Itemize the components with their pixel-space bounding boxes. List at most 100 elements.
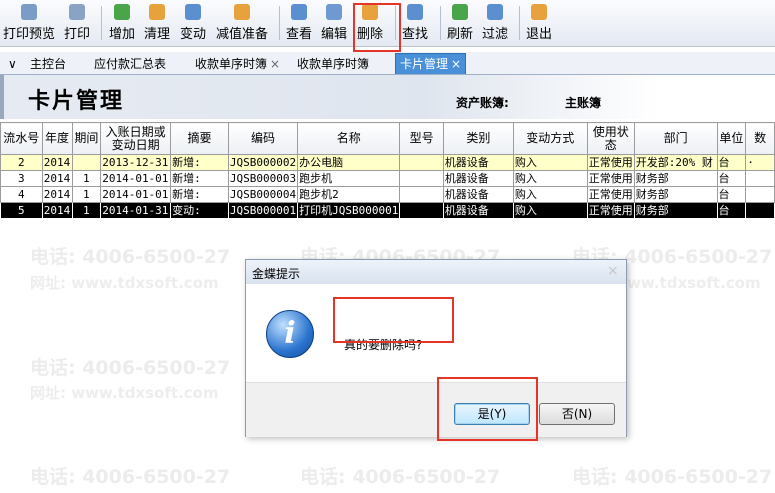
table-cell: 2013-12-31	[100, 154, 172, 171]
watermark-site: 网址: www.tdxsoft.com	[30, 384, 219, 402]
table-cell	[399, 154, 444, 171]
table-cell: 正常使用	[586, 186, 635, 203]
tab-card-management[interactable]: 卡片管理 ×	[395, 53, 467, 74]
toolbar: 打印预览 打印 增加 清理 变动 减值准备 查看 编辑 删除 查找 刷新 过滤 …	[0, 0, 775, 47]
view-button[interactable]: 查看	[284, 0, 314, 46]
table-cell: 跑步机2	[297, 186, 401, 203]
tab-receipt-journal[interactable]: 收款单序时簿 ×	[191, 54, 284, 74]
add-button[interactable]: 增加	[107, 0, 137, 46]
dialog-title: 金蝶提示	[252, 267, 301, 281]
edit-button[interactable]: 编辑	[319, 0, 349, 46]
page-title: 卡片管理	[28, 88, 125, 114]
table-cell: 台	[716, 186, 747, 203]
table-row[interactable]: 4 2014 1 2014-01-01 新增: JQSB000004 跑步机2 …	[0, 186, 775, 203]
print-button[interactable]: 打印	[62, 0, 92, 46]
delete-button[interactable]: 删除	[355, 0, 385, 46]
column-header[interactable]: 类别	[442, 122, 514, 155]
table-cell: 财务部	[633, 170, 718, 187]
page-banner: 卡片管理 资产账簿: 主账簿	[0, 75, 775, 119]
table-cell: 机器设备	[442, 170, 514, 187]
close-icon[interactable]: ×	[607, 263, 619, 279]
yes-button[interactable]: 是(Y)	[454, 403, 530, 425]
tab-receipt-journal-2[interactable]: 收款单序时簿	[293, 54, 373, 74]
view-icon	[291, 4, 307, 20]
column-header[interactable]: 流水号	[0, 122, 43, 155]
column-header[interactable]: 变动方式	[512, 122, 588, 155]
tab-main-console[interactable]: 主控台	[26, 54, 70, 74]
column-header[interactable]: 部门	[633, 122, 718, 155]
asset-book-label: 资产账簿:	[456, 96, 509, 110]
table-cell: 台	[716, 154, 747, 171]
table-cell: ·	[745, 154, 775, 171]
tab-list-chevron[interactable]: ∨	[4, 54, 21, 74]
clean-button[interactable]: 清理	[142, 0, 172, 46]
watermark-phone: 电话: 4006-6500-27	[30, 466, 231, 488]
table-cell: 2014-01-31	[100, 202, 172, 219]
column-header[interactable]: 数	[745, 122, 775, 155]
table-cell: 2014	[41, 202, 73, 219]
table-row[interactable]: 3 2014 1 2014-01-01 新增: JQSB000003 跑步机 机…	[0, 170, 775, 187]
table-cell: 1	[71, 186, 102, 203]
filter-icon	[487, 4, 503, 20]
change-icon	[185, 4, 201, 20]
column-header[interactable]: 使用状态	[586, 122, 635, 155]
table-cell: 办公电脑	[297, 154, 401, 171]
table-row-selected[interactable]: 5 2014 1 2014-01-31 变动: JQSB000001 打印机JQ…	[0, 202, 775, 219]
refresh-icon	[452, 4, 468, 20]
table-cell: JQSB000004	[227, 186, 299, 203]
table-cell	[745, 202, 775, 219]
close-icon[interactable]: ×	[270, 57, 280, 71]
column-header[interactable]: 型号	[399, 122, 444, 155]
impairment-button[interactable]: 减值准备	[214, 0, 270, 46]
table-cell: JQSB000001	[227, 202, 299, 219]
table-cell: 台	[716, 170, 747, 187]
card-table: 流水号 年度 期间 入账日期或变动日期 摘要 编码 名称 型号 类别 变动方式 …	[0, 122, 775, 219]
table-cell: 2014	[41, 186, 73, 203]
exit-button[interactable]: 退出	[524, 0, 554, 46]
column-header[interactable]: 期间	[71, 122, 102, 155]
filter-button[interactable]: 过滤	[480, 0, 510, 46]
edit-icon	[326, 4, 342, 20]
toolbar-separator	[440, 6, 441, 40]
print-preview-button[interactable]: 打印预览	[2, 0, 56, 46]
tab-payables-summary[interactable]: 应付款汇总表	[90, 54, 170, 74]
clean-icon	[149, 4, 165, 20]
table-cell: 机器设备	[442, 154, 514, 171]
refresh-button[interactable]: 刷新	[445, 0, 475, 46]
table-cell: 2014	[41, 170, 73, 187]
table-cell: 变动:	[170, 202, 229, 219]
column-header[interactable]: 名称	[297, 122, 401, 155]
close-icon[interactable]: ×	[451, 57, 461, 71]
watermark-phone: 电话: 4006-6500-27	[300, 466, 501, 488]
watermark-site: 网址: www.tdxsoft.com	[30, 274, 219, 292]
dialog-body: i 真的要删除吗?	[246, 284, 626, 382]
table-cell: 台	[716, 202, 747, 219]
no-button[interactable]: 否(N)	[539, 403, 615, 425]
dialog-message: 真的要删除吗?	[344, 338, 423, 352]
table-cell	[745, 186, 775, 203]
table-row[interactable]: 2 2014 2013-12-31 新增: JQSB000002 办公电脑 机器…	[0, 154, 775, 171]
table-header-row: 流水号 年度 期间 入账日期或变动日期 摘要 编码 名称 型号 类别 变动方式 …	[0, 122, 775, 155]
table-cell: 购入	[512, 170, 588, 187]
column-header[interactable]: 年度	[41, 122, 73, 155]
dialog-title-bar[interactable]: 金蝶提示 ×	[246, 260, 626, 284]
table-cell: 3	[0, 170, 43, 187]
watermark-phone: 电话: 4006-6500-27	[30, 246, 231, 268]
table-cell: 机器设备	[442, 186, 514, 203]
table-cell: 1	[71, 170, 102, 187]
toolbar-separator	[519, 6, 520, 40]
table-cell: 2014-01-01	[100, 186, 172, 203]
table-cell: JQSB000003	[227, 170, 299, 187]
column-header[interactable]: 摘要	[170, 122, 229, 155]
find-button[interactable]: 查找	[400, 0, 430, 46]
table-cell	[745, 170, 775, 187]
table-cell	[399, 202, 444, 219]
column-header[interactable]: 编码	[227, 122, 299, 155]
find-icon	[407, 4, 423, 20]
column-header[interactable]: 入账日期或变动日期	[100, 122, 172, 155]
table-cell: 正常使用	[586, 170, 635, 187]
column-header[interactable]: 单位	[716, 122, 747, 155]
watermark-phone: 电话: 4006-6500-27	[572, 466, 773, 488]
change-button[interactable]: 变动	[178, 0, 208, 46]
watermark-phone: 电话: 4006-6500-27	[30, 357, 231, 379]
